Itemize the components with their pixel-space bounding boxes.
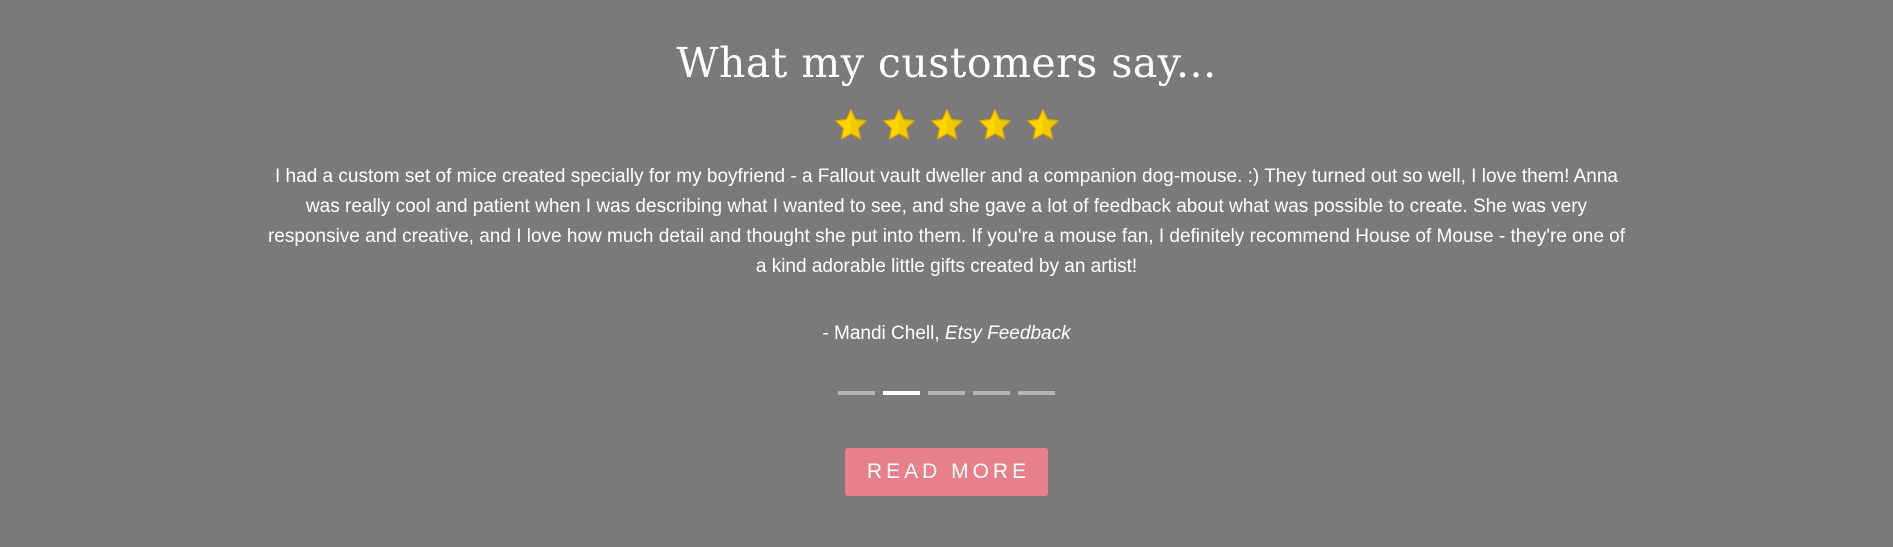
star-icon	[930, 109, 963, 140]
carousel-indicator-1[interactable]	[838, 391, 875, 395]
testimonial-author: - Mandi Chell,	[822, 323, 940, 344]
testimonials-section: What my customers say... I had a custom …	[0, 0, 1893, 547]
read-more-button[interactable]: READ MORE	[845, 448, 1048, 496]
star-icon	[978, 109, 1011, 140]
testimonial-quote: I had a custom set of mice created speci…	[267, 166, 1626, 277]
star-icon	[882, 109, 915, 140]
carousel-indicator-3[interactable]	[928, 391, 965, 395]
carousel-indicators	[838, 391, 1055, 395]
testimonial-source: Etsy Feedback	[944, 323, 1071, 344]
star-rating	[833, 106, 1061, 144]
carousel-indicator-2[interactable]	[883, 391, 920, 395]
testimonial-attribution: - Mandi Chell, Etsy Feedback	[822, 321, 1070, 347]
carousel-indicator-5[interactable]	[1018, 391, 1055, 395]
star-icon	[1026, 109, 1059, 140]
section-title: What my customers say...	[676, 39, 1217, 87]
carousel-indicator-4[interactable]	[973, 391, 1010, 395]
star-icon	[834, 109, 867, 140]
